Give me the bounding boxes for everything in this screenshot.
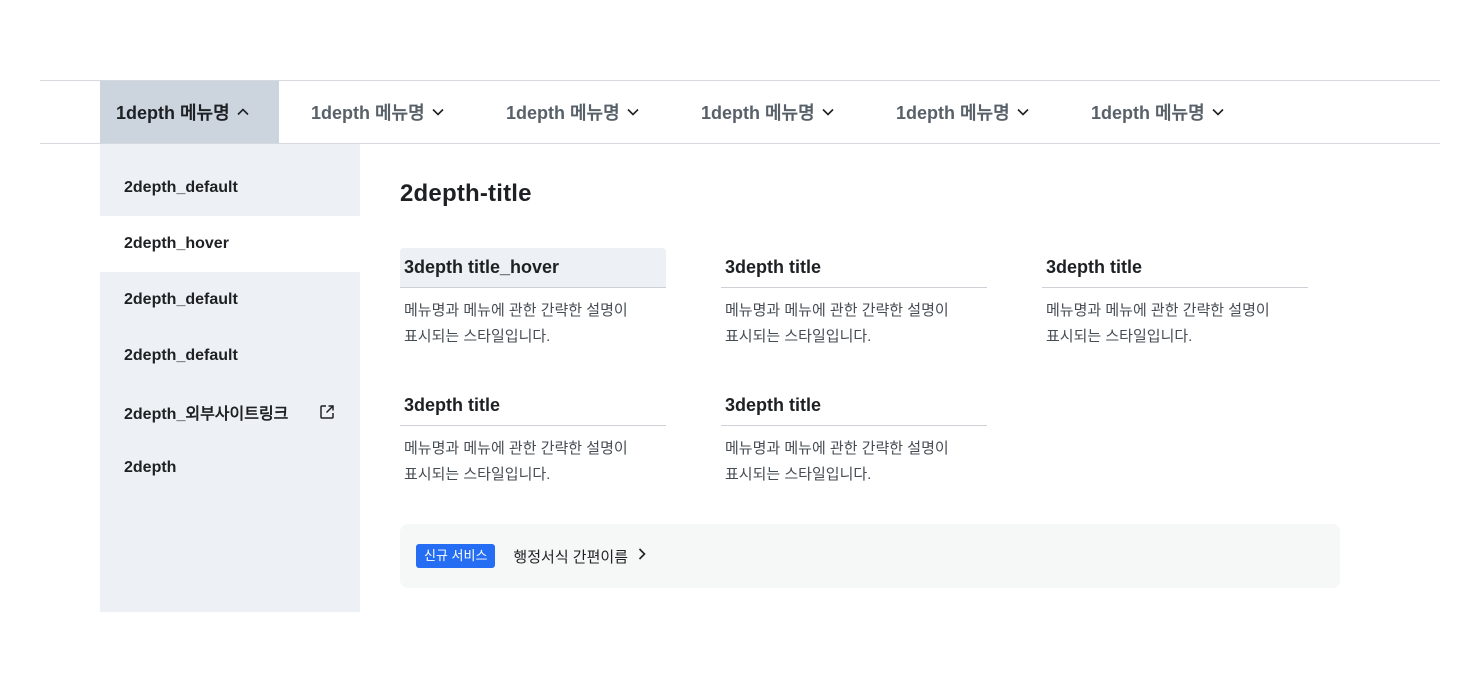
menu-card-desc: 메뉴명과 메뉴에 관한 간략한 설명이 표시되는 스타일입니다.	[721, 298, 987, 350]
gnb: 1depth 메뉴명 1depth 메뉴명 1depth 메뉴명 1depth …	[40, 80, 1440, 144]
nav-item-1[interactable]: 1depth 메뉴명	[100, 81, 279, 143]
menu-card-title[interactable]: 3depth title	[721, 386, 987, 426]
menu-card-desc-line: 메뉴명과 메뉴에 관한 간략한 설명이	[404, 440, 628, 457]
menu-card: 3depth title 메뉴명과 메뉴에 관한 간략한 설명이 표시되는 스타…	[721, 248, 987, 350]
chevron-up-icon	[236, 105, 250, 119]
nav-item-label: 1depth 메뉴명	[506, 103, 620, 123]
nav-item-label: 1depth 메뉴명	[1091, 103, 1205, 123]
submenu-item[interactable]: 2depth_default	[100, 272, 360, 328]
submenu-item-label: 2depth	[124, 459, 177, 476]
menu-card-desc-line: 메뉴명과 메뉴에 관한 간략한 설명이	[404, 302, 628, 319]
submenu-item-label: 2depth_default	[124, 179, 238, 196]
nav-item-label: 1depth 메뉴명	[116, 103, 230, 123]
menu-card-title[interactable]: 3depth title	[721, 248, 987, 288]
submenu-item-hover[interactable]: 2depth_hover	[100, 216, 360, 272]
menu-card-desc-line: 표시되는 스타일입니다.	[1046, 328, 1193, 345]
service-banner: 신규 서비스 행정서식 간편이름	[400, 524, 1340, 588]
submenu-item[interactable]: 2depth_default	[100, 328, 360, 384]
menu-card-title[interactable]: 3depth title	[400, 386, 666, 426]
banner-link-label: 행정서식 간편이름	[513, 548, 628, 566]
submenu-item-label: 2depth_default	[124, 347, 238, 364]
external-link-icon	[318, 403, 336, 421]
menu-card-desc-line: 메뉴명과 메뉴에 관한 간략한 설명이	[725, 302, 949, 319]
chevron-right-icon	[636, 547, 648, 565]
menu-card-title[interactable]: 3depth title	[1042, 248, 1308, 288]
chevron-down-icon	[626, 105, 640, 119]
submenu-item-label: 2depth_default	[124, 291, 238, 308]
chevron-down-icon	[431, 105, 445, 119]
nav-item-label: 1depth 메뉴명	[896, 103, 1010, 123]
nav-item-4[interactable]: 1depth 메뉴명	[685, 81, 851, 143]
menu-card: 3depth title 메뉴명과 메뉴에 관한 간략한 설명이 표시되는 스타…	[721, 386, 987, 488]
menu-card-desc-line: 메뉴명과 메뉴에 관한 간략한 설명이	[725, 440, 949, 457]
menu-card-desc: 메뉴명과 메뉴에 관한 간략한 설명이 표시되는 스타일입니다.	[400, 436, 666, 488]
nav-item-6[interactable]: 1depth 메뉴명	[1075, 81, 1241, 143]
submenu-item-label: 2depth_외부사이트링크	[124, 406, 289, 423]
banner-link[interactable]: 행정서식 간편이름	[513, 546, 648, 567]
menu-card-title[interactable]: 3depth title_hover	[400, 248, 666, 288]
new-service-badge: 신규 서비스	[416, 544, 496, 568]
menu-card: 3depth title_hover 메뉴명과 메뉴에 관한 간략한 설명이 표…	[400, 248, 666, 350]
menu-card-desc-line: 표시되는 스타일입니다.	[404, 466, 551, 483]
menu-card-desc-line: 표시되는 스타일입니다.	[404, 328, 551, 345]
nav-item-label: 1depth 메뉴명	[311, 103, 425, 123]
menu-card-desc-line: 메뉴명과 메뉴에 관한 간략한 설명이	[1046, 302, 1270, 319]
chevron-down-icon	[821, 105, 835, 119]
menu-card-desc: 메뉴명과 메뉴에 관한 간략한 설명이 표시되는 스타일입니다.	[1042, 298, 1308, 350]
submenu-item-label: 2depth_hover	[124, 235, 229, 252]
nav-item-label: 1depth 메뉴명	[701, 103, 815, 123]
chevron-down-icon	[1016, 105, 1030, 119]
submenu-item[interactable]: 2depth	[100, 440, 360, 496]
chevron-down-icon	[1211, 105, 1225, 119]
menu-card-desc-line: 표시되는 스타일입니다.	[725, 328, 872, 345]
panel-title: 2depth-title	[400, 180, 532, 207]
menu-card-desc: 메뉴명과 메뉴에 관한 간략한 설명이 표시되는 스타일입니다.	[721, 436, 987, 488]
submenu-item-external[interactable]: 2depth_외부사이트링크	[100, 384, 360, 440]
nav-item-3[interactable]: 1depth 메뉴명	[490, 81, 656, 143]
nav-item-5[interactable]: 1depth 메뉴명	[880, 81, 1046, 143]
menu-card: 3depth title 메뉴명과 메뉴에 관한 간략한 설명이 표시되는 스타…	[1042, 248, 1308, 350]
menu-card-desc-line: 표시되는 스타일입니다.	[725, 466, 872, 483]
submenu: 2depth_default 2depth_hover 2depth_defau…	[100, 144, 360, 612]
nav-item-2[interactable]: 1depth 메뉴명	[295, 81, 461, 143]
submenu-item[interactable]: 2depth_default	[100, 160, 360, 216]
menu-card: 3depth title 메뉴명과 메뉴에 관한 간략한 설명이 표시되는 스타…	[400, 386, 666, 488]
menu-card-desc: 메뉴명과 메뉴에 관한 간략한 설명이 표시되는 스타일입니다.	[400, 298, 666, 350]
